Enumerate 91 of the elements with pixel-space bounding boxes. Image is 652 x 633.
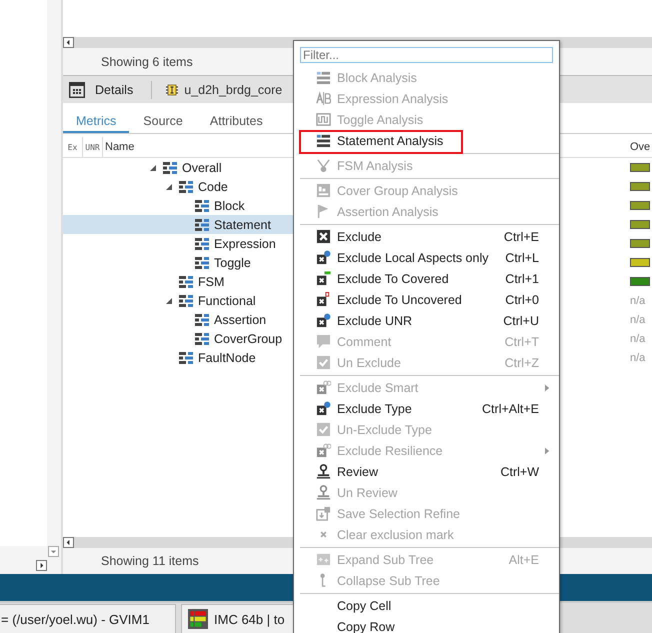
shortcut-label: Alt+E xyxy=(508,552,539,566)
check-icon xyxy=(316,355,331,370)
coverage-value: n/a xyxy=(630,332,646,344)
check-icon xyxy=(316,422,331,437)
shortcut-label: Ctrl+1 xyxy=(505,272,539,286)
expander-icon[interactable] xyxy=(149,164,157,172)
filter-field[interactable]: Filter... xyxy=(300,47,553,63)
shortcut-label: Ctrl+Alt+E xyxy=(482,402,539,416)
coverage-value: n/a xyxy=(630,294,646,306)
column-header[interactable]: Ove xyxy=(626,137,652,157)
shortcut-label: Ctrl+E xyxy=(504,230,539,244)
item-count: Showing 6 items xyxy=(101,54,193,68)
metric-icon xyxy=(195,238,209,250)
node-icon xyxy=(316,158,331,173)
metric-icon xyxy=(195,332,209,344)
ab-icon xyxy=(316,91,331,106)
stamp-icon xyxy=(316,485,331,500)
tree-row[interactable]: Overall xyxy=(63,158,294,177)
metric-icon xyxy=(179,276,193,288)
menu-item[interactable]: Review Ctrl+W xyxy=(294,461,559,482)
arrow-left-icon xyxy=(65,39,72,46)
tree-row[interactable]: Code xyxy=(63,177,294,196)
list-icon xyxy=(316,70,331,85)
tree-row[interactable]: Expression xyxy=(63,234,294,253)
cross-box-icon xyxy=(316,443,331,458)
save-icon xyxy=(316,506,331,521)
scroll-right-button[interactable] xyxy=(36,560,47,571)
cross-box-icon xyxy=(316,250,331,265)
tree-row[interactable]: Block xyxy=(63,196,294,215)
shortcut-label: Ctrl+Z xyxy=(504,356,539,370)
metric-icon xyxy=(179,352,193,364)
menu-item[interactable]: Exclude Type Ctrl+Alt+E xyxy=(294,398,559,419)
instance-name: u_d2h_brdg_core xyxy=(184,82,282,96)
scroll-left-button[interactable] xyxy=(63,537,74,548)
menu-item[interactable]: Exclude To Uncovered Ctrl+0 xyxy=(294,289,559,310)
metric-icon xyxy=(195,218,209,230)
menu-item[interactable]: Statement Analysis xyxy=(294,130,559,151)
chip-icon xyxy=(166,84,178,96)
cross-box-icon xyxy=(316,380,331,395)
panel-title: Details xyxy=(95,82,134,96)
list-icon xyxy=(316,133,331,148)
metric-icon xyxy=(195,256,209,268)
arrow-left-icon xyxy=(65,539,72,546)
grid-icon xyxy=(69,82,85,98)
arrow-right-icon xyxy=(38,562,45,569)
tree-row[interactable]: Assertion xyxy=(63,310,294,329)
shortcut-label: Ctrl+W xyxy=(500,464,539,478)
shortcut-label: Ctrl+0 xyxy=(505,292,539,306)
coverage-value: n/a xyxy=(630,352,646,364)
cross-box-icon xyxy=(316,313,331,328)
tree-row[interactable]: Statement xyxy=(63,215,294,234)
tab[interactable]: Metrics xyxy=(63,112,130,133)
tree-row[interactable]: FaultNode xyxy=(63,348,294,367)
tree-row[interactable]: CoverGroup xyxy=(63,329,294,348)
column-header[interactable]: Ex xyxy=(63,137,83,157)
cross-box-icon xyxy=(316,271,331,286)
metric-icon xyxy=(195,314,209,326)
tree-row[interactable]: FSM xyxy=(63,272,294,291)
shortcut-label: Ctrl+U xyxy=(503,314,539,328)
expander-icon[interactable] xyxy=(165,182,173,190)
tree-row[interactable]: Functional xyxy=(63,291,294,310)
tab[interactable]: Source xyxy=(129,112,197,133)
cross-box-icon xyxy=(316,292,331,307)
shortcut-label: Ctrl+T xyxy=(504,334,539,348)
comment-icon xyxy=(316,334,331,349)
tree-row[interactable]: Toggle xyxy=(63,253,294,272)
menu-item[interactable]: Exclude UNR Ctrl+U xyxy=(294,310,559,331)
coverage-value: n/a xyxy=(630,314,646,326)
waveform-icon xyxy=(316,112,331,127)
cross-box-icon xyxy=(316,401,331,416)
column-header[interactable]: UNR xyxy=(83,137,103,157)
metric-icon xyxy=(179,180,193,192)
tab[interactable]: Attributes xyxy=(196,112,276,133)
bars-icon xyxy=(188,609,208,629)
menu-item[interactable]: Exclude Local Aspects only Ctrl+L xyxy=(294,247,559,268)
menu-item[interactable]: Exclude To Covered Ctrl+1 xyxy=(294,268,559,289)
chart-icon xyxy=(316,183,331,198)
expander-icon[interactable] xyxy=(165,296,173,304)
metric-icon xyxy=(163,162,177,174)
plus-icon xyxy=(316,552,331,567)
flag-icon xyxy=(316,204,331,219)
menu-item[interactable]: Exclude Ctrl+E xyxy=(294,226,559,247)
metric-icon xyxy=(195,200,209,212)
item-count: Showing 11 items xyxy=(101,554,199,568)
stamp-icon xyxy=(316,464,331,479)
scroll-left-button[interactable] xyxy=(63,37,74,48)
cross-box-icon xyxy=(316,229,331,244)
metric-icon xyxy=(179,294,193,306)
shortcut-label: Ctrl+L xyxy=(505,250,539,264)
taskbar-button[interactable]: = (/user/yoel.wu) - GVIM1 xyxy=(0,604,176,633)
arrow-down-icon xyxy=(50,548,57,555)
